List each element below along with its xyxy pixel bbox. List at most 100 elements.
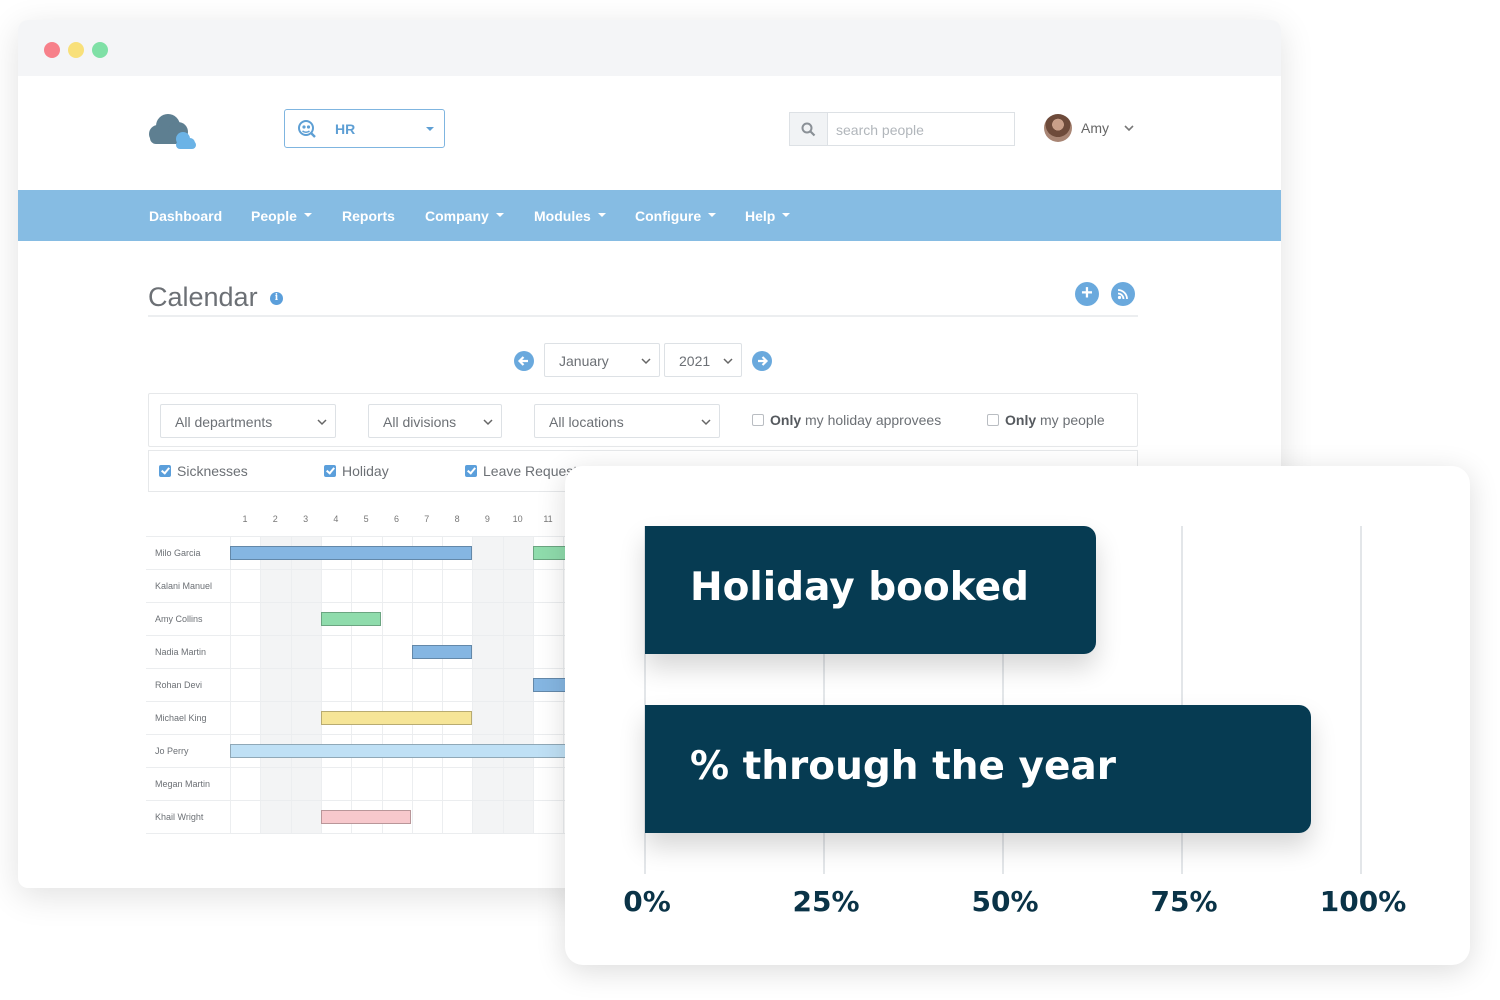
day-number: 10 [512, 514, 523, 524]
module-selector[interactable]: HR [284, 109, 445, 148]
day-number: 11 [543, 514, 553, 524]
user-name: Amy [1081, 120, 1109, 136]
month-select[interactable]: January [544, 343, 660, 377]
next-month-button[interactable] [752, 351, 772, 371]
checkbox[interactable] [752, 414, 764, 427]
day-number: 2 [272, 514, 278, 524]
close-window-button[interactable] [44, 42, 60, 58]
my-people-filter[interactable]: Only my people [987, 412, 1105, 428]
calendar-row[interactable]: Nadia Martin [146, 635, 606, 669]
calendar-row[interactable]: Amy Collins [146, 602, 606, 636]
checkbox-checked[interactable] [324, 465, 336, 478]
chevron-down-icon [723, 358, 733, 365]
calendar-row[interactable]: Rohan Devi [146, 668, 606, 702]
employee-name[interactable]: Nadia Martin [155, 647, 206, 657]
division-select[interactable]: All divisions [368, 404, 502, 438]
leave-bar[interactable] [230, 546, 473, 560]
grid-bottom-border [146, 833, 606, 834]
x-tick-label: 100% [1319, 885, 1407, 918]
employee-name[interactable]: Megan Martin [155, 779, 210, 789]
checkbox[interactable] [987, 414, 999, 427]
avatar [1044, 114, 1072, 142]
checkbox-checked[interactable] [465, 465, 477, 478]
calendar-row[interactable]: Jo Perry [146, 734, 606, 768]
search-box [789, 112, 1015, 146]
employee-name[interactable]: Kalani Manuel [155, 581, 212, 591]
location-select[interactable]: All locations [534, 404, 720, 438]
leave-bar[interactable] [320, 810, 412, 824]
nav-help[interactable]: Help [745, 208, 791, 224]
employee-name[interactable]: Jo Perry [155, 746, 189, 756]
nav-configure[interactable]: Configure [635, 208, 717, 224]
chart-gridline [1360, 526, 1362, 874]
location-value: All locations [549, 414, 624, 430]
arrow-right-icon [758, 356, 769, 366]
holiday-toggle[interactable]: Holiday [324, 463, 389, 479]
leave-bar[interactable] [411, 645, 473, 659]
calendar-row[interactable]: Megan Martin [146, 767, 606, 801]
previous-month-button[interactable] [514, 351, 534, 371]
nav-label: People [251, 208, 297, 224]
nav-label: Help [745, 208, 776, 224]
nav-label: Dashboard [149, 208, 223, 224]
caret-down-icon [495, 213, 504, 218]
cloud-logo-icon[interactable] [146, 108, 198, 152]
progress-chart-card: 0% 25% 50% 75% 100% Holiday booked % through t… [565, 466, 1470, 965]
type-label: Leave Request [483, 463, 578, 479]
year-value: 2021 [679, 353, 711, 369]
employee-name[interactable]: Michael King [155, 713, 207, 723]
search-icon [801, 122, 816, 137]
x-tick-label: 50% [971, 885, 1039, 918]
chart-bar: % through the year [645, 705, 1311, 833]
leave-bar[interactable] [230, 744, 594, 758]
module-label: HR [335, 121, 356, 137]
type-label: Holiday [342, 463, 389, 479]
search-input[interactable] [834, 119, 1008, 141]
employee-name[interactable]: Khail Wright [155, 812, 203, 822]
nav-label: Configure [635, 208, 702, 224]
leave-bar[interactable] [320, 612, 382, 626]
nav-reports[interactable]: Reports [342, 208, 395, 224]
minimize-window-button[interactable] [68, 42, 84, 58]
department-select[interactable]: All departments [160, 404, 336, 438]
calendar-row[interactable]: Kalani Manuel [146, 569, 606, 603]
chevron-down-icon [426, 127, 434, 131]
checkbox-checked[interactable] [159, 465, 171, 478]
sicknesses-toggle[interactable]: Sicknesses [159, 463, 248, 479]
filter-text: my holiday approvees [801, 412, 942, 428]
leave-request-toggle[interactable]: Leave Request [465, 463, 577, 479]
nav-label: Reports [342, 208, 395, 224]
day-number: 5 [363, 514, 369, 524]
caret-down-icon [782, 213, 791, 218]
maximize-window-button[interactable] [92, 42, 108, 58]
page-title: Calendar [148, 282, 258, 312]
x-tick-label: 75% [1150, 885, 1218, 918]
calendar-row[interactable]: Khail Wright [146, 800, 606, 834]
holiday-approvees-filter[interactable]: Only my holiday approvees [752, 412, 941, 428]
title-divider [148, 315, 1138, 317]
calendar-row[interactable]: Milo Garcia [146, 536, 606, 570]
leave-bar[interactable] [320, 711, 473, 725]
employee-name[interactable]: Amy Collins [155, 614, 203, 624]
calendar-row[interactable]: Michael King [146, 701, 606, 735]
year-select[interactable]: 2021 [664, 343, 742, 377]
chevron-down-icon [1124, 125, 1134, 132]
filter-strong: Only [770, 412, 802, 428]
filter-text: my people [1036, 412, 1105, 428]
filter-panel: All departments All divisions All locati… [148, 393, 1138, 447]
app-header: HR Amy [18, 76, 1281, 190]
info-icon[interactable]: i [270, 292, 283, 305]
nav-company[interactable]: Company [425, 208, 504, 224]
arrow-left-icon [517, 356, 528, 366]
nav-modules[interactable]: Modules [534, 208, 606, 224]
add-event-button[interactable]: + [1075, 282, 1099, 306]
rss-feed-button[interactable] [1111, 282, 1135, 306]
nav-people[interactable]: People [251, 208, 312, 224]
employee-name[interactable]: Milo Garcia [155, 548, 201, 558]
main-navbar: Dashboard People Reports Company Modules… [18, 190, 1281, 241]
nav-label: Company [425, 208, 489, 224]
nav-dashboard[interactable]: Dashboard [149, 208, 222, 224]
employee-name[interactable]: Rohan Devi [155, 680, 202, 690]
search-button[interactable] [790, 113, 828, 145]
day-number: 8 [454, 514, 460, 524]
